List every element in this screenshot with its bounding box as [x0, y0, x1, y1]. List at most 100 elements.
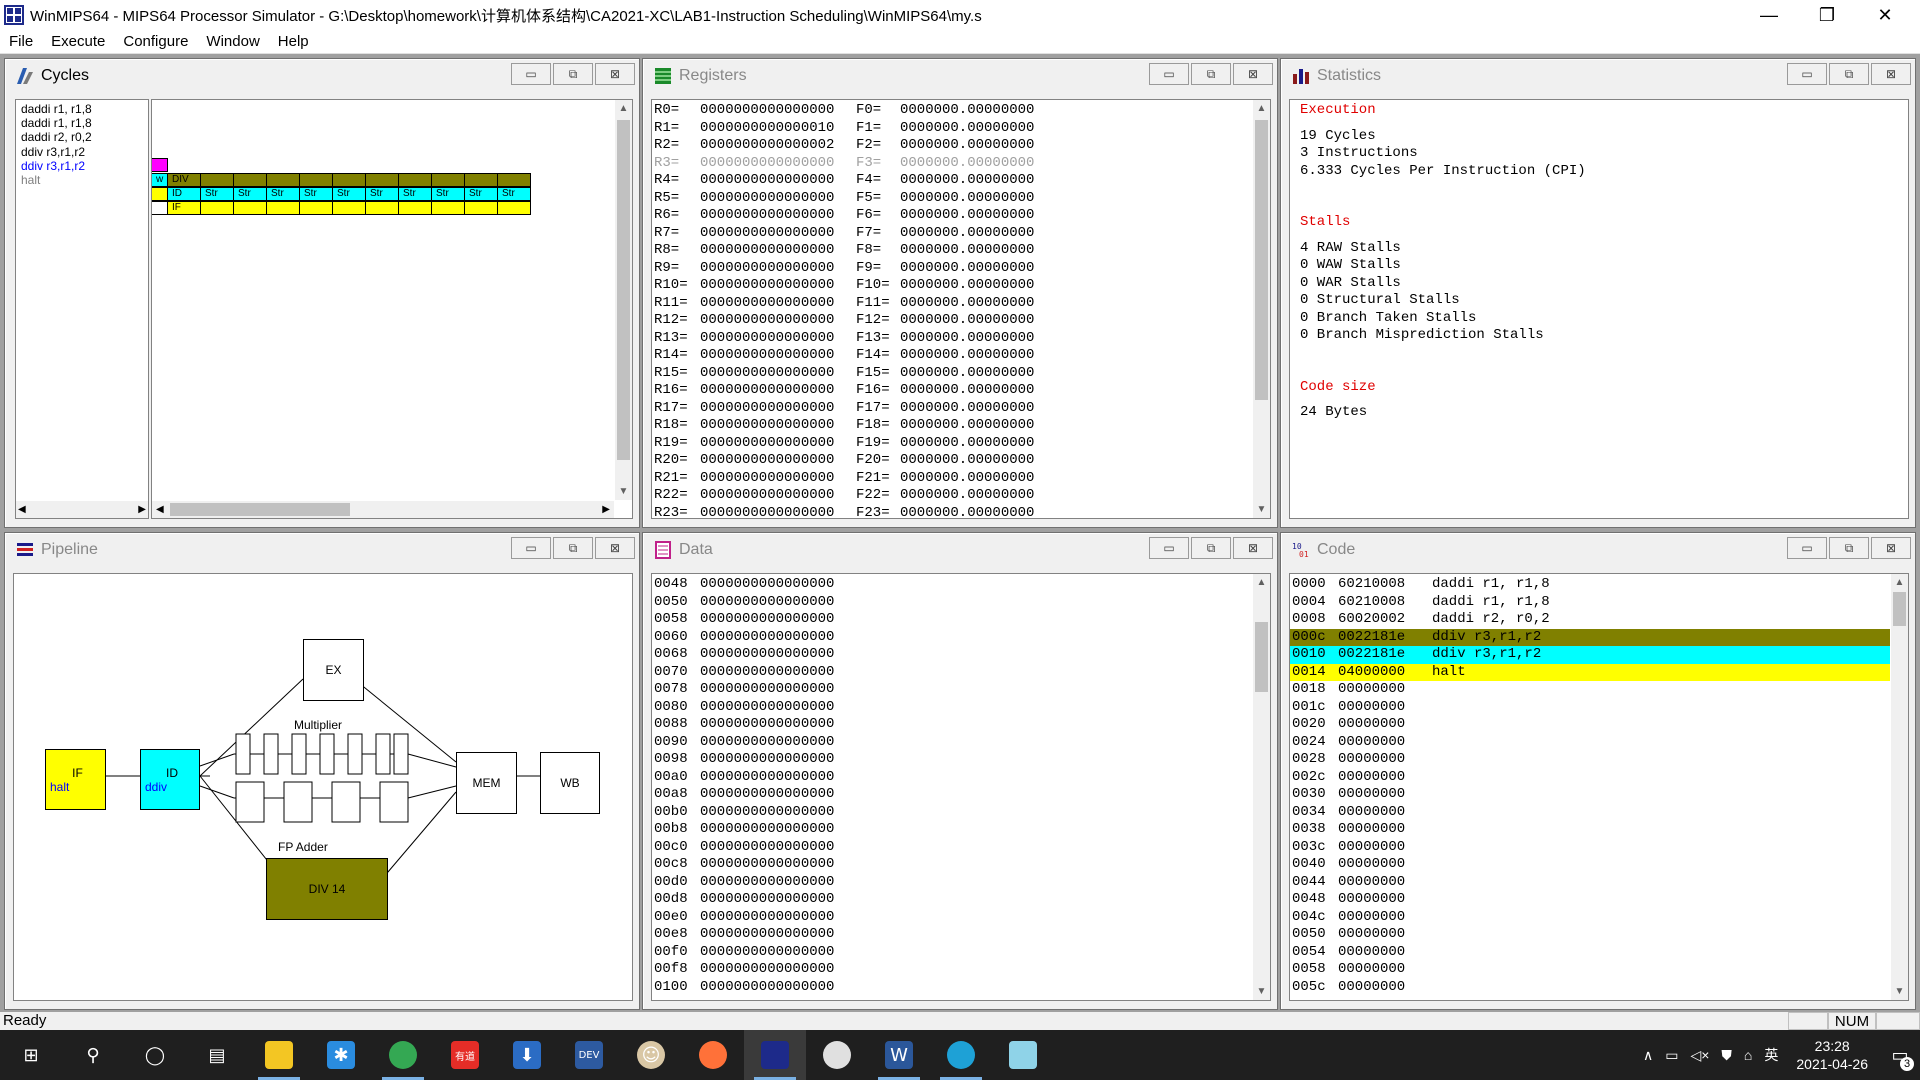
registers-maximize-button[interactable]: ⧉ [1191, 63, 1231, 85]
code-vscrollbar[interactable]: ▲ ▼ [1891, 574, 1908, 1000]
register-row[interactable]: R3= 0000000000000000 F3= 0000000.00000000 [654, 155, 1270, 173]
code-row[interactable]: 0008 60020002 daddi r2, r0,2 [1290, 611, 1890, 629]
taskbar-start-button[interactable]: ⊞ [0, 1030, 62, 1080]
code-row[interactable]: 004c 00000000 [1290, 909, 1890, 927]
scroll-left-arrow-icon[interactable]: ◀ [156, 501, 164, 518]
memory-row[interactable]: 0098 0000000000000000 [654, 751, 1270, 769]
taskbar-search-button[interactable]: ⚲ [62, 1030, 124, 1080]
register-row[interactable]: R20= 0000000000000000 F20= 0000000.00000000 [654, 452, 1270, 470]
ime-indicator[interactable]: 英 [1764, 1045, 1778, 1065]
code-close-button[interactable]: ⊠ [1871, 537, 1911, 559]
memory-row[interactable]: 00e0 0000000000000000 [654, 909, 1270, 927]
statistics-window[interactable]: Statistics ▭ ⧉ ⊠ Execution 19 Cycles 3 Ins… [1280, 58, 1916, 528]
register-row[interactable]: R23= 0000000000000000 F23= 0000000.00000000 [654, 505, 1270, 519]
scroll-down-arrow-icon[interactable]: ▼ [1253, 501, 1270, 518]
restore-button[interactable]: ❐ [1798, 0, 1856, 30]
scroll-right-arrow-icon[interactable]: ▶ [138, 501, 146, 518]
memory-row[interactable]: 00f0 0000000000000000 [654, 944, 1270, 962]
memory-row[interactable]: 0100 0000000000000000 [654, 979, 1270, 997]
cycles-hscrollbar[interactable]: ◀ ▶ [152, 501, 614, 518]
menu-help[interactable]: Help [269, 33, 318, 50]
pipeline-close-button[interactable]: ⊠ [595, 537, 635, 559]
code-minimize-button[interactable]: ▭ [1787, 537, 1827, 559]
memory-row[interactable]: 0090 0000000000000000 [654, 734, 1270, 752]
register-row[interactable]: R19= 0000000000000000 F19= 0000000.00000000 [654, 435, 1270, 453]
code-row[interactable]: 0018 00000000 [1290, 681, 1890, 699]
taskbar-app-board-button[interactable] [992, 1030, 1054, 1080]
code-row[interactable]: 0010 0022181e ddiv r3,r1,r2 [1290, 646, 1890, 664]
register-row[interactable]: R9= 0000000000000000 F9= 0000000.00000000 [654, 260, 1270, 278]
taskbar-chrome-button[interactable] [372, 1030, 434, 1080]
taskbar-cortana-button[interactable]: ◯ [124, 1030, 186, 1080]
data-maximize-button[interactable]: ⧉ [1191, 537, 1231, 559]
memory-row[interactable]: 00b8 0000000000000000 [654, 821, 1270, 839]
memory-row[interactable]: 00c0 0000000000000000 [654, 839, 1270, 857]
statistics-maximize-button[interactable]: ⧉ [1829, 63, 1869, 85]
memory-row[interactable]: 0080 0000000000000000 [654, 699, 1270, 717]
pipeline-minimize-button[interactable]: ▭ [511, 537, 551, 559]
cycles-window[interactable]: Cycles ▭ ⧉ ⊠ daddi r1, r1,8 daddi r1, r1,8 d… [4, 58, 640, 528]
register-row[interactable]: R11= 0000000000000000 F11= 0000000.00000000 [654, 295, 1270, 313]
code-row[interactable]: 001c 00000000 [1290, 699, 1890, 717]
register-row[interactable]: R7= 0000000000000000 F7= 0000000.00000000 [654, 225, 1270, 243]
cycles-close-button[interactable]: ⊠ [595, 63, 635, 85]
cycles-vscrollbar[interactable]: ▲ ▼ [615, 100, 632, 500]
code-row[interactable]: 000c 0022181e ddiv r3,r1,r2 [1290, 628, 1890, 646]
pipeline-window[interactable]: Pipeline ▭ ⧉ ⊠ IF halt ID ddiv EX Multip… [4, 532, 640, 1010]
statistics-minimize-button[interactable]: ▭ [1787, 63, 1827, 85]
scroll-up-arrow-icon[interactable]: ▲ [1891, 574, 1908, 591]
taskbar-dev-cpp-button[interactable]: DEV [558, 1030, 620, 1080]
code-row[interactable]: 005c 00000000 [1290, 979, 1890, 997]
taskbar-app-grad-button[interactable] [806, 1030, 868, 1080]
register-row[interactable]: R21= 0000000000000000 F21= 0000000.00000000 [654, 470, 1270, 488]
memory-row[interactable]: 0078 0000000000000000 [654, 681, 1270, 699]
scroll-down-arrow-icon[interactable]: ▼ [1891, 983, 1908, 1000]
code-row[interactable]: 0034 00000000 [1290, 804, 1890, 822]
code-row[interactable]: 0000 60210008 daddi r1, r1,8 [1290, 576, 1890, 594]
network-icon[interactable]: ▭ [1665, 1047, 1678, 1064]
menu-execute[interactable]: Execute [42, 33, 114, 50]
taskbar-app-blue-star-button[interactable]: ✱ [310, 1030, 372, 1080]
memory-row[interactable]: 00e8 0000000000000000 [654, 926, 1270, 944]
register-row[interactable]: R17= 0000000000000000 F17= 0000000.00000000 [654, 400, 1270, 418]
memory-row[interactable]: 0058 0000000000000000 [654, 611, 1270, 629]
menu-window[interactable]: Window [197, 33, 268, 50]
memory-row[interactable]: 00b0 0000000000000000 [654, 804, 1270, 822]
memory-row[interactable]: 0070 0000000000000000 [654, 664, 1270, 682]
memory-row[interactable]: 0060 0000000000000000 [654, 629, 1270, 647]
scroll-right-arrow-icon[interactable]: ▶ [602, 501, 610, 518]
volume-icon[interactable]: ◁× [1690, 1047, 1709, 1064]
memory-row[interactable]: 00a0 0000000000000000 [654, 769, 1270, 787]
code-row[interactable]: 0028 00000000 [1290, 751, 1890, 769]
taskbar-task-view-button[interactable]: ▤ [186, 1030, 248, 1080]
code-window[interactable]: 10 01 Code ▭ ⧉ ⊠ 0000 60210008 daddi r1, r1,8… [1280, 532, 1916, 1010]
taskbar-edge-button[interactable] [930, 1030, 992, 1080]
memory-row[interactable]: 00a8 0000000000000000 [654, 786, 1270, 804]
memory-row[interactable]: 0050 0000000000000000 [654, 594, 1270, 612]
scroll-left-arrow-icon[interactable]: ◀ [18, 501, 26, 518]
scroll-down-arrow-icon[interactable]: ▼ [615, 483, 632, 500]
taskbar-youdao-button[interactable]: 有道 [434, 1030, 496, 1080]
scroll-up-arrow-icon[interactable]: ▲ [615, 100, 632, 117]
taskbar-file-explorer-button[interactable] [248, 1030, 310, 1080]
data-window[interactable]: Data ▭ ⧉ ⊠ 0048 0000000000000000 0050 0000000… [642, 532, 1278, 1010]
register-row[interactable]: R22= 0000000000000000 F22= 0000000.00000000 [654, 487, 1270, 505]
clock[interactable]: 23:28 2021-04-26 [1796, 1037, 1868, 1073]
pipeline-maximize-button[interactable]: ⧉ [553, 537, 593, 559]
register-row[interactable]: R5= 0000000000000000 F5= 0000000.00000000 [654, 190, 1270, 208]
registers-close-button[interactable]: ⊠ [1233, 63, 1273, 85]
close-button[interactable]: ✕ [1856, 0, 1914, 30]
code-row[interactable]: 0058 00000000 [1290, 961, 1890, 979]
taskbar-word-button[interactable]: W [868, 1030, 930, 1080]
memory-row[interactable]: 0068 0000000000000000 [654, 646, 1270, 664]
memory-row[interactable]: 0048 0000000000000000 [654, 576, 1270, 594]
memory-row[interactable]: 00c8 0000000000000000 [654, 856, 1270, 874]
code-row[interactable]: 0024 00000000 [1290, 734, 1890, 752]
memory-row[interactable]: 00d8 0000000000000000 [654, 891, 1270, 909]
taskbar-downloader-button[interactable]: ⬇ [496, 1030, 558, 1080]
menu-configure[interactable]: Configure [114, 33, 197, 50]
taskbar-app-avatar-button[interactable]: ☺ [620, 1030, 682, 1080]
code-row[interactable]: 0004 60210008 daddi r1, r1,8 [1290, 594, 1890, 612]
menu-file[interactable]: File [0, 33, 42, 50]
data-vscrollbar[interactable]: ▲ ▼ [1253, 574, 1270, 1000]
